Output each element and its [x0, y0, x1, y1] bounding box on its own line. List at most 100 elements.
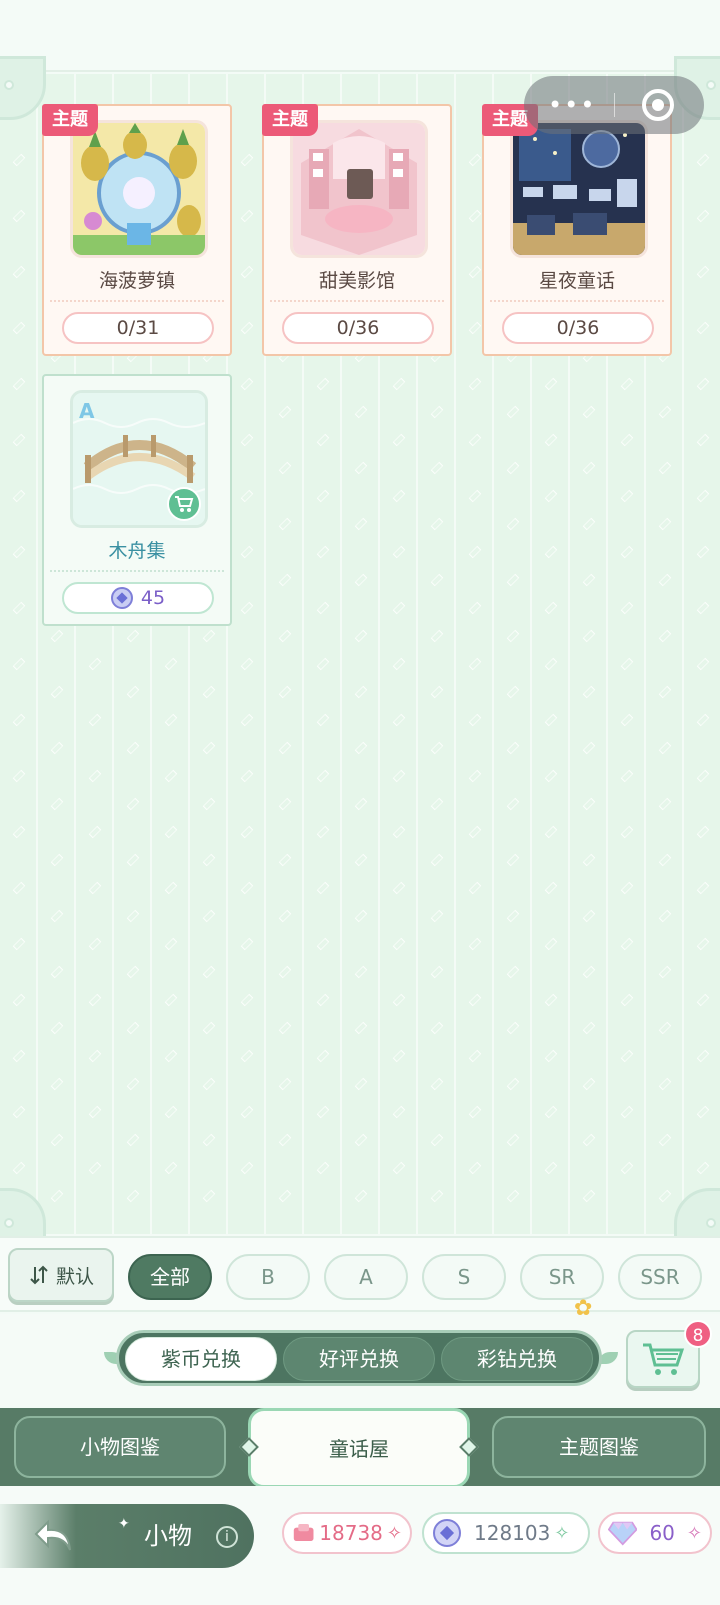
pattern-diamond	[50, 1077, 64, 1091]
filter-a[interactable]: A	[324, 1254, 408, 1300]
pattern-diamond	[88, 769, 102, 783]
pattern-diamond	[88, 825, 102, 839]
ticket-currency[interactable]: 18738 ✧	[282, 1512, 412, 1554]
more-icon[interactable]: •••	[548, 91, 598, 119]
pattern-diamond	[658, 965, 672, 979]
pattern-diamond	[278, 573, 292, 587]
pattern-diamond	[620, 1049, 634, 1063]
tab-theme-catalog[interactable]: 主题图鉴	[492, 1416, 706, 1478]
pattern-diamond	[278, 853, 292, 867]
miniprogram-capsule[interactable]: •••	[524, 76, 704, 134]
card-title: 木舟集	[108, 540, 166, 562]
pattern-diamond	[392, 433, 406, 447]
collection-panel[interactable]: 主题 海菠萝镇 0/31 主题 甜美影馆 0/36 主题 星夜童话 0/36 A…	[0, 56, 720, 1252]
card-divider	[50, 570, 224, 572]
sparkle-icon: ✦	[118, 1516, 130, 1532]
pattern-diamond	[202, 853, 216, 867]
theme-card-xingye[interactable]: 主题 星夜童话 0/36	[482, 104, 672, 356]
pattern-diamond	[12, 153, 26, 167]
pattern-diamond	[392, 769, 406, 783]
pattern-diamond	[316, 489, 330, 503]
pattern-diamond	[12, 993, 26, 1007]
buy-cart-button[interactable]	[167, 487, 201, 521]
tab-purple-coin-exchange[interactable]: 紫币兑换	[125, 1337, 277, 1381]
pattern-diamond	[658, 741, 672, 755]
pattern-diamond	[620, 881, 634, 895]
pattern-diamond	[126, 629, 140, 643]
theme-tag: 主题	[42, 104, 98, 136]
pattern-diamond	[12, 489, 26, 503]
pattern-diamond	[430, 1189, 444, 1203]
pattern-diamond	[392, 1161, 406, 1175]
diamond-currency[interactable]: 60 ✧	[598, 1512, 712, 1554]
pattern-diamond	[126, 1189, 140, 1203]
pattern-diamond	[240, 265, 254, 279]
pattern-diamond	[202, 1189, 216, 1203]
theme-thumbnail	[290, 120, 428, 258]
pattern-diamond	[278, 629, 292, 643]
purple-coin-currency[interactable]: 128103 ✧	[422, 1512, 590, 1554]
pattern-diamond	[126, 853, 140, 867]
pattern-diamond	[544, 377, 558, 391]
pattern-diamond	[430, 517, 444, 531]
pattern-diamond	[696, 377, 710, 391]
plus-icon[interactable]: ✧	[687, 1523, 702, 1544]
pattern-diamond	[620, 657, 634, 671]
plus-icon[interactable]: ✧	[387, 1523, 402, 1544]
pattern-diamond	[164, 1161, 178, 1175]
pattern-diamond	[430, 685, 444, 699]
pattern-diamond	[354, 853, 368, 867]
filter-all[interactable]: 全部	[128, 1254, 212, 1300]
pattern-diamond	[620, 713, 634, 727]
back-arrow-icon[interactable]	[32, 1518, 74, 1554]
filter-ssr[interactable]: SSR	[618, 1254, 702, 1300]
diamond-icon	[608, 1521, 638, 1546]
pattern-diamond	[468, 881, 482, 895]
pattern-diamond	[12, 1049, 26, 1063]
filter-bar: 默认 全部 B A S SR SSR	[0, 1236, 720, 1312]
pattern-diamond	[392, 937, 406, 951]
filter-b[interactable]: B	[226, 1254, 310, 1300]
filter-sr[interactable]: SR	[520, 1254, 604, 1300]
pattern-diamond	[240, 769, 254, 783]
pattern-diamond	[278, 909, 292, 923]
sort-button[interactable]: 默认	[8, 1248, 114, 1302]
pattern-diamond	[696, 769, 710, 783]
pattern-diamond	[658, 797, 672, 811]
tab-review-exchange[interactable]: 好评兑换	[283, 1337, 435, 1381]
pattern-diamond	[278, 1133, 292, 1147]
tab-item-catalog[interactable]: 小物图鉴	[14, 1416, 226, 1478]
pattern-diamond	[392, 601, 406, 615]
pattern-diamond	[50, 741, 64, 755]
theme-card-tianmei[interactable]: 主题 甜美影馆 0/36	[262, 104, 452, 356]
pattern-column	[696, 153, 710, 1194]
pattern-diamond	[240, 433, 254, 447]
pattern-diamond	[278, 1021, 292, 1035]
tab-fairy-house[interactable]: 童话屋	[248, 1408, 470, 1488]
pattern-diamond	[240, 1049, 254, 1063]
pattern-diamond	[506, 797, 520, 811]
pattern-diamond	[354, 461, 368, 475]
pattern-diamond	[468, 713, 482, 727]
pattern-diamond	[468, 657, 482, 671]
pattern-diamond	[88, 657, 102, 671]
pattern-diamond	[658, 405, 672, 419]
pattern-diamond	[658, 517, 672, 531]
info-icon[interactable]: i	[216, 1526, 238, 1548]
pattern-diamond	[582, 1133, 596, 1147]
tab-diamond-exchange[interactable]: 彩钻兑换	[441, 1337, 593, 1381]
pattern-diamond	[278, 461, 292, 475]
top-band	[0, 0, 720, 72]
pattern-diamond	[620, 601, 634, 615]
pattern-diamond	[126, 1021, 140, 1035]
close-target-icon[interactable]	[642, 89, 674, 121]
pattern-diamond	[202, 741, 216, 755]
plus-icon[interactable]: ✧	[554, 1523, 569, 1544]
purple-coin-amount: 128103	[474, 1521, 551, 1545]
pattern-diamond	[468, 153, 482, 167]
filter-s[interactable]: S	[422, 1254, 506, 1300]
pattern-diamond	[468, 377, 482, 391]
item-card-muzhouji[interactable]: A 木舟集 45	[42, 374, 232, 626]
theme-card-haipoluo[interactable]: 主题 海菠萝镇 0/31	[42, 104, 232, 356]
pattern-diamond	[620, 825, 634, 839]
